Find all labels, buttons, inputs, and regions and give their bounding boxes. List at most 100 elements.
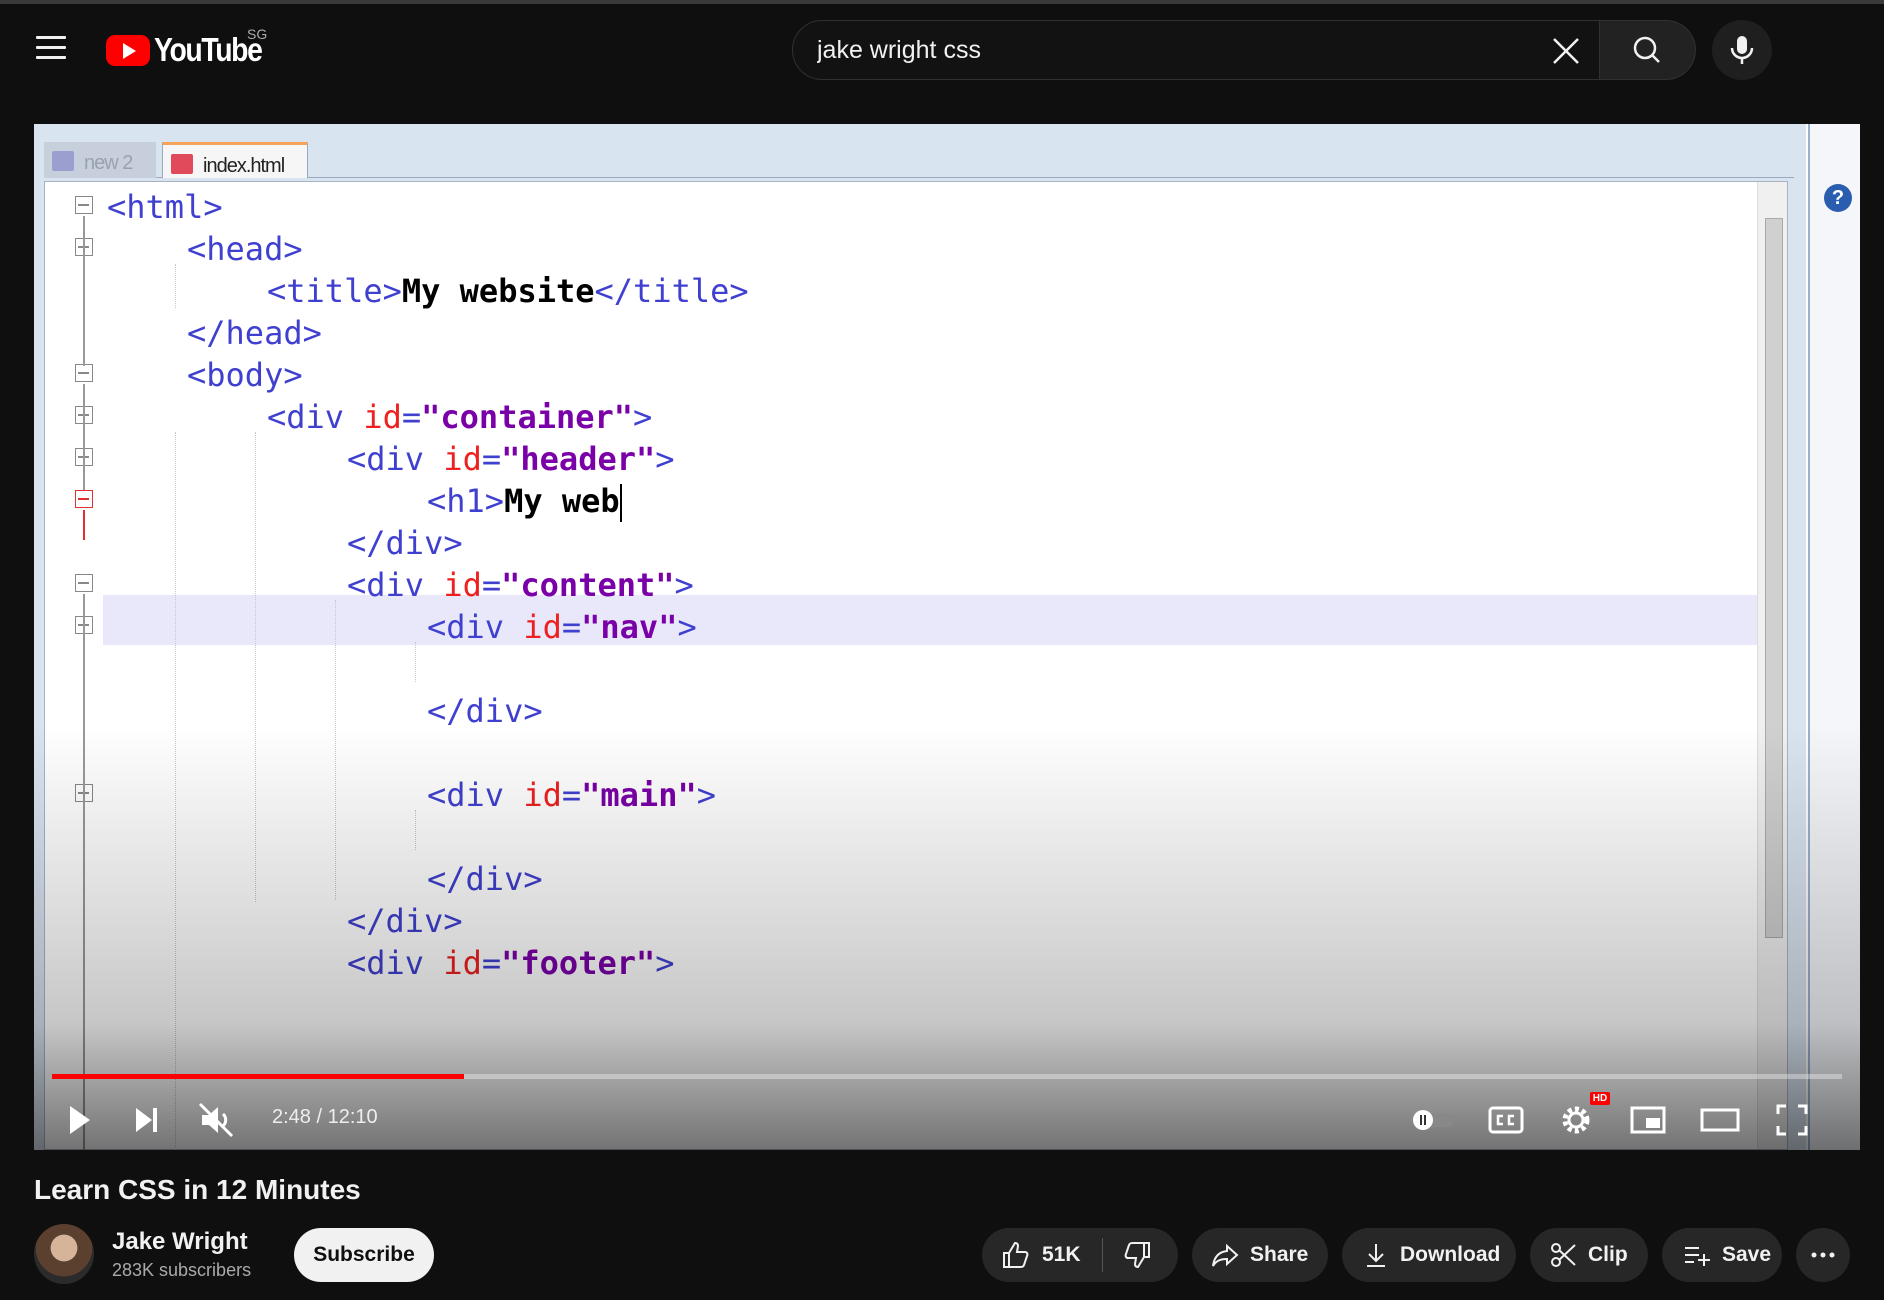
code-token: <div (347, 566, 444, 604)
controls-gradient (34, 724, 1860, 1150)
duration: 12:10 (327, 1106, 378, 1128)
code-token: </div> (347, 524, 463, 562)
clip-button[interactable]: Clip (1530, 1228, 1648, 1282)
video-player[interactable]: new 2 index.html <html> <head> <title>My… (34, 124, 1860, 1150)
scissors-icon (1551, 1243, 1576, 1267)
search-icon (1633, 36, 1660, 63)
code-line: <title>My website</title> (267, 266, 749, 316)
code-token: = (481, 440, 502, 478)
fullscreen-icon[interactable] (1768, 1096, 1816, 1144)
code-token: <html> (107, 188, 223, 226)
save-to-playlist-icon (1685, 1247, 1710, 1266)
code-token: = (561, 608, 582, 646)
clip-label: Clip (1588, 1243, 1628, 1266)
code-token: <div (267, 398, 364, 436)
code-token: > (674, 566, 694, 604)
file-icon (52, 151, 74, 171)
save-button[interactable]: Save (1662, 1228, 1782, 1282)
code-token: id (363, 398, 402, 436)
clear-search-icon[interactable] (1549, 34, 1583, 68)
search-box (792, 20, 1600, 80)
code-token: <h1> (427, 482, 505, 520)
logo-text: YouTube (154, 31, 263, 68)
progress-fill (52, 1074, 464, 1079)
code-token: = (401, 398, 422, 436)
file-modified-icon (171, 154, 193, 174)
search-input[interactable] (817, 35, 1497, 65)
code-token: id (443, 440, 482, 478)
fold-marker (75, 364, 93, 382)
code-token: id (523, 608, 562, 646)
help-icon: ? (1824, 184, 1852, 212)
voice-search-button[interactable] (1712, 20, 1772, 80)
fold-marker (75, 490, 93, 508)
indent-guide (415, 642, 416, 682)
code-line: <div id="nav"> (427, 602, 697, 652)
youtube-play-icon (106, 34, 150, 66)
download-icon (1367, 1244, 1385, 1267)
hd-badge: HD (1590, 1092, 1610, 1105)
more-actions-button[interactable] (1796, 1228, 1850, 1282)
code-token: <div (427, 608, 524, 646)
theater-mode-icon[interactable] (1696, 1096, 1744, 1144)
country-code: SG (247, 26, 268, 42)
fold-marker (75, 196, 93, 214)
progress-bar[interactable] (52, 1074, 1842, 1079)
thumbs-down-icon (1124, 1242, 1150, 1269)
editor-tab-new: new 2 (44, 142, 156, 178)
code-token: = (481, 566, 502, 604)
channel-avatar[interactable] (34, 1224, 94, 1284)
code-token: My website (401, 272, 595, 310)
menu-icon[interactable] (36, 36, 66, 60)
channel-name[interactable]: Jake Wright (112, 1228, 248, 1256)
text-caret (619, 484, 622, 522)
player-controls: 2:48 / 12:10 HD (34, 1090, 1860, 1150)
dislike-button[interactable] (1103, 1228, 1178, 1282)
save-label: Save (1722, 1243, 1772, 1266)
code-token: <div (347, 440, 444, 478)
captions-icon[interactable] (1482, 1096, 1530, 1144)
channel-row: Jake Wright 283K subscribers Subscribe 5… (34, 1224, 1860, 1288)
code-token: > (633, 398, 653, 436)
fold-marker (75, 574, 93, 592)
search-button[interactable] (1600, 20, 1696, 80)
video-title: Learn CSS in 12 Minutes (34, 1174, 361, 1205)
code-token: </head> (187, 314, 322, 352)
share-button[interactable]: Share (1192, 1228, 1328, 1282)
time-separator: / (310, 1106, 328, 1128)
miniplayer-icon[interactable] (1624, 1096, 1672, 1144)
code-token: > (677, 608, 697, 646)
share-icon (1212, 1243, 1239, 1267)
fold-line (83, 216, 85, 366)
like-button[interactable]: 51K (982, 1228, 1102, 1282)
code-token: "header" (501, 440, 656, 478)
next-icon[interactable] (122, 1096, 170, 1144)
download-label: Download (1400, 1243, 1501, 1266)
code-token: <body> (187, 356, 303, 394)
fold-line (83, 384, 85, 490)
code-token: My web (504, 482, 620, 520)
editor-tab-bar: new 2 index.html (44, 138, 1794, 178)
code-token: id (443, 566, 482, 604)
current-time: 2:48 (272, 1106, 311, 1128)
more-icon (1811, 1252, 1835, 1258)
code-token: > (655, 440, 675, 478)
code-token: <title> (267, 272, 402, 310)
code-token: "nav" (581, 608, 678, 646)
code-token: "container" (421, 398, 634, 436)
share-label: Share (1250, 1243, 1309, 1266)
subscribe-button[interactable]: Subscribe (294, 1228, 434, 1282)
editor-tab-index: index.html (162, 142, 308, 178)
thumbs-up-icon (1003, 1241, 1029, 1268)
play-icon[interactable] (54, 1096, 102, 1144)
muted-volume-icon[interactable] (192, 1096, 240, 1144)
indent-guide (175, 264, 176, 308)
code-token: "content" (501, 566, 675, 604)
fold-line (83, 510, 85, 540)
code-token: <head> (187, 230, 303, 268)
like-dislike-group: 51K (982, 1228, 1178, 1282)
like-count: 51K (1042, 1243, 1081, 1266)
time-display: 2:48 / 12:10 (272, 1106, 378, 1129)
download-button[interactable]: Download (1342, 1228, 1516, 1282)
autoplay-toggle-icon[interactable] (1410, 1096, 1458, 1144)
